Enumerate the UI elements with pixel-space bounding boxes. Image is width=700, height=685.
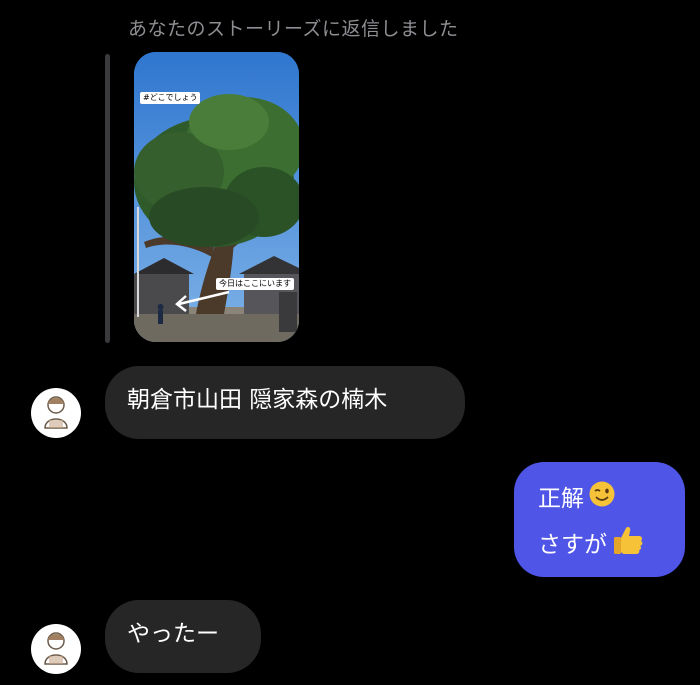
story-thumbnail[interactable]: #どこでしょう 今日はここにいます	[134, 52, 299, 342]
message-text: やったー	[127, 621, 219, 647]
sketch-avatar-icon	[44, 396, 68, 429]
sent-message-bubble[interactable]: 正解 さすが	[514, 462, 685, 577]
avatar[interactable]	[31, 388, 81, 438]
avatar[interactable]	[31, 624, 81, 674]
sketch-avatar-icon	[44, 632, 68, 665]
received-message-bubble[interactable]: やったー	[105, 600, 261, 673]
thumbs-up-icon	[611, 524, 645, 566]
received-message-bubble[interactable]: 朝倉市山田 隠家森の楠木	[105, 366, 465, 439]
message-text-line2: さすが	[538, 531, 607, 558]
reply-note: あなたのストーリーズに返信しました	[128, 18, 459, 40]
story-tag-bottom: 今日はここにいます	[216, 278, 294, 290]
message-text: 朝倉市山田 隠家森の楠木	[127, 387, 388, 413]
story-tag-top: #どこでしょう	[140, 92, 201, 104]
reply-quote-bar	[105, 54, 110, 343]
winking-face-icon	[588, 480, 616, 518]
message-text-line1: 正解	[538, 485, 584, 512]
